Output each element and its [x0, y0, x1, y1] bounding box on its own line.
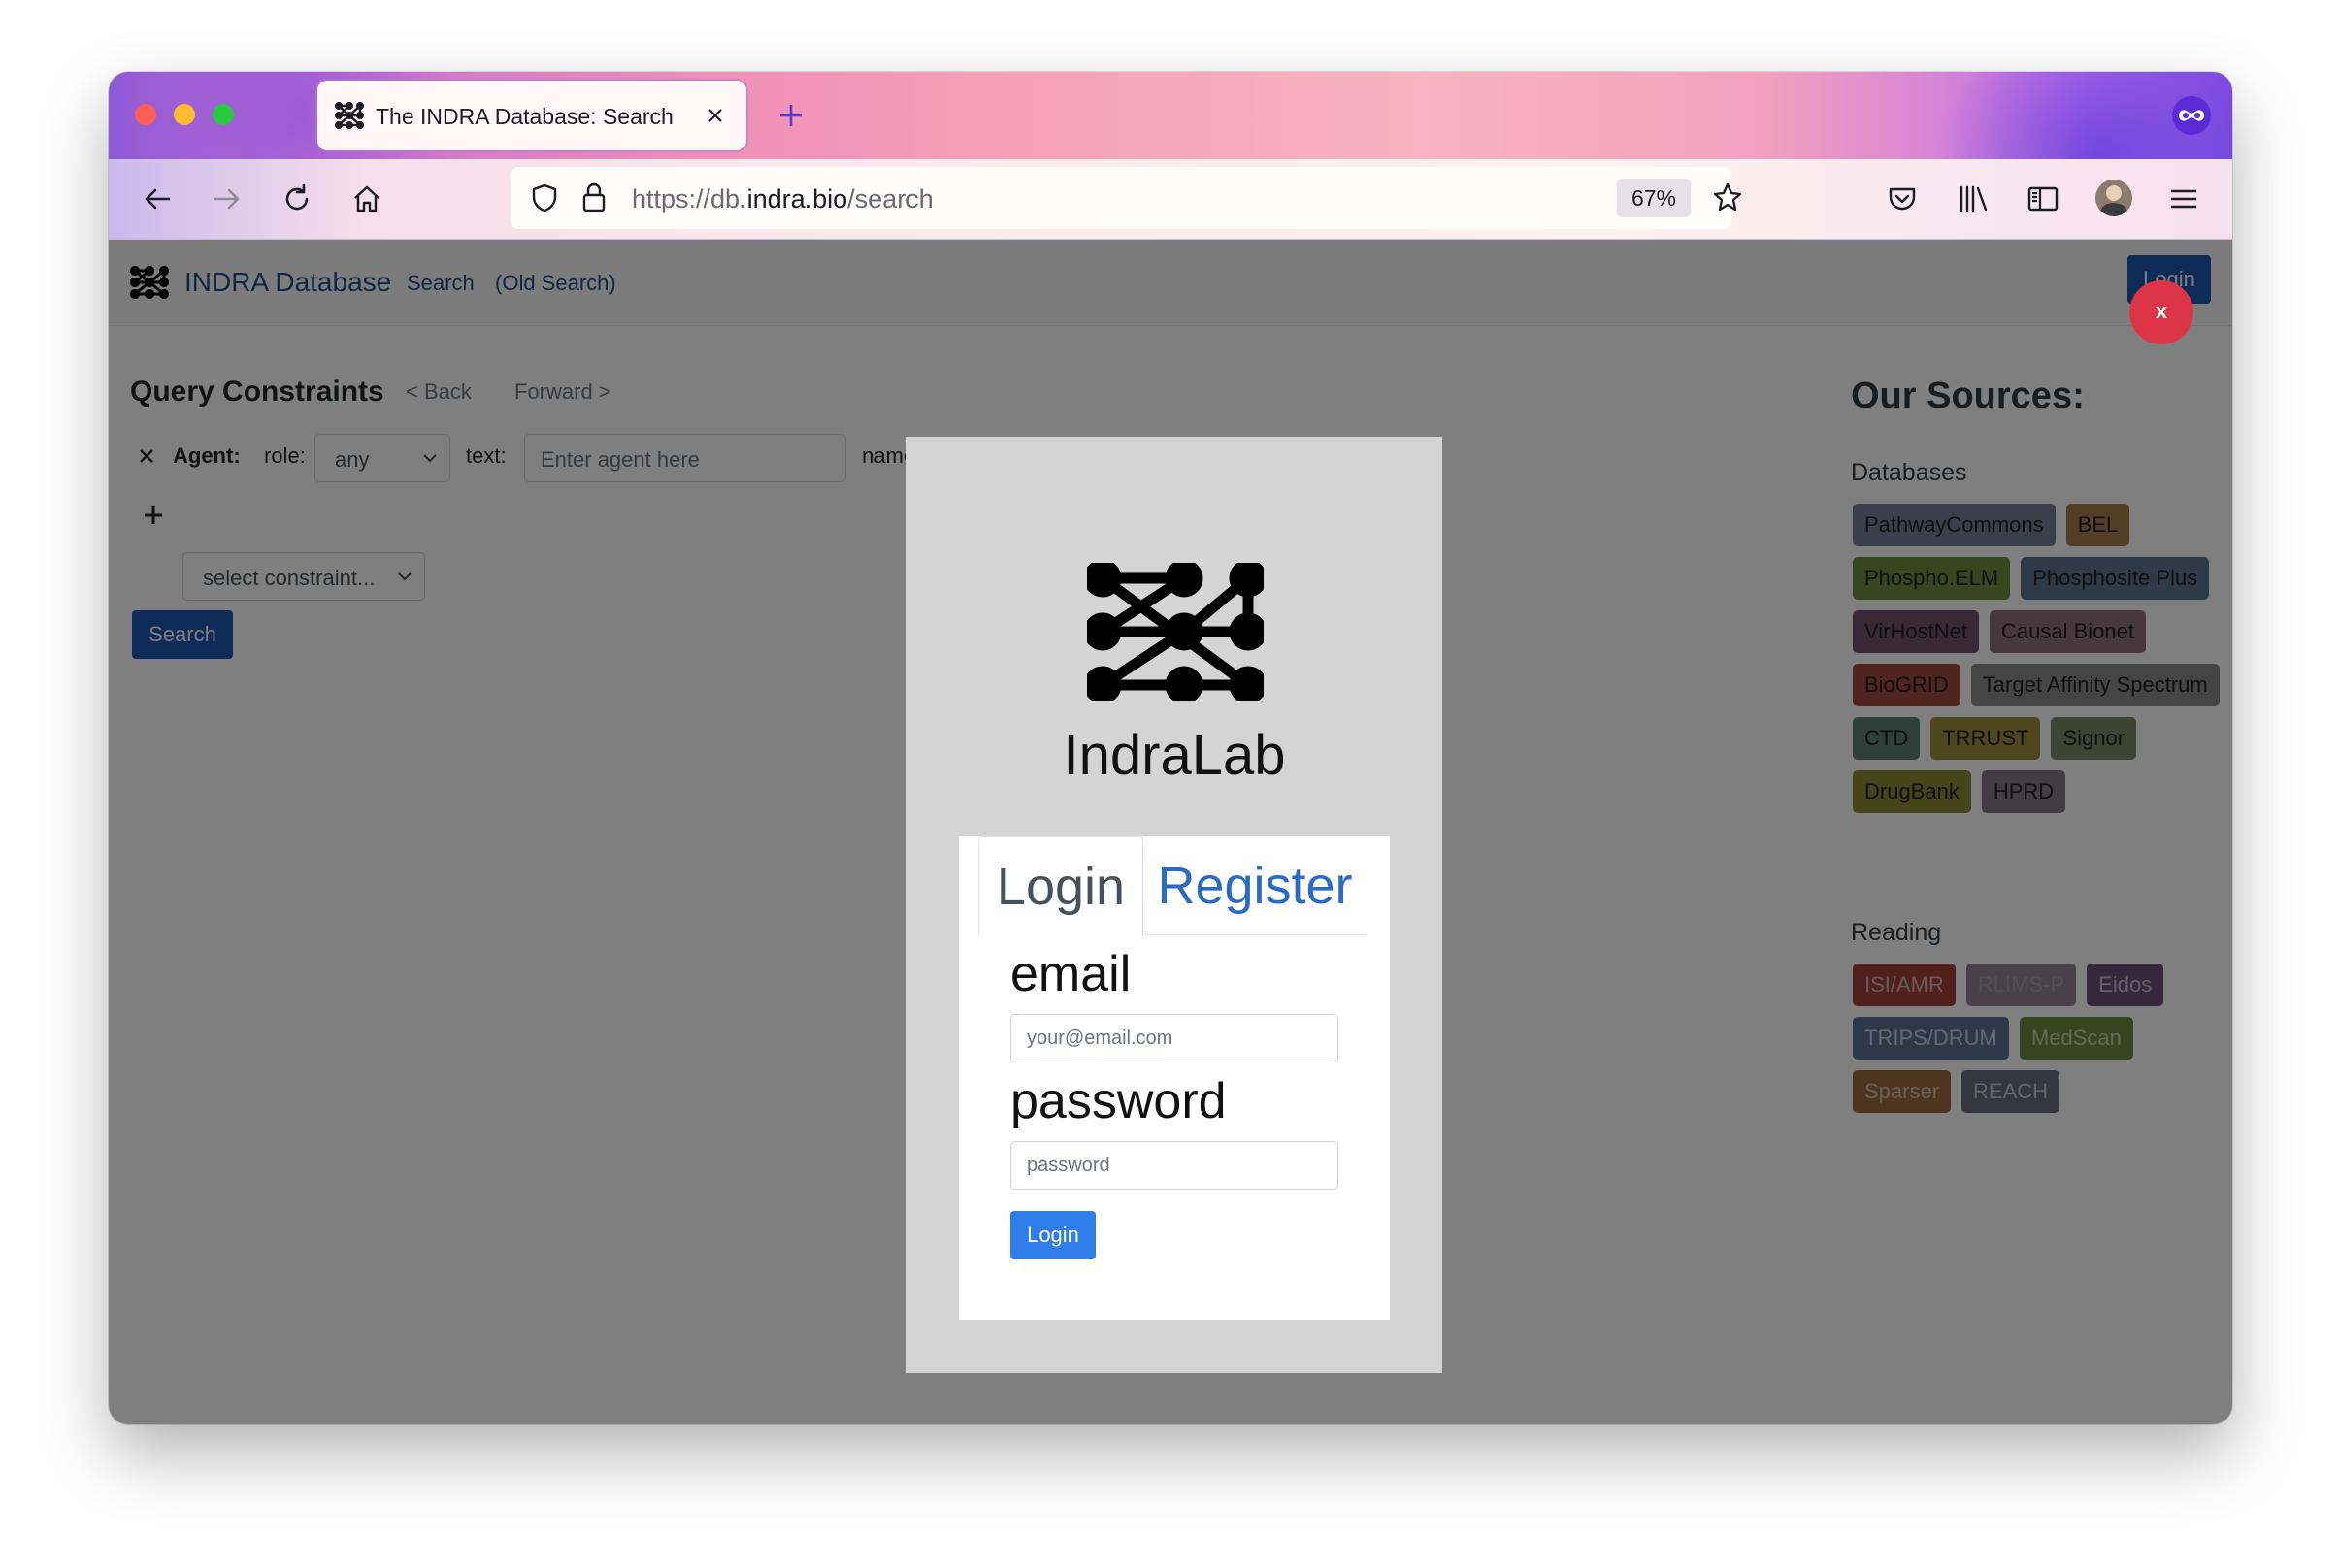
- page-content: INDRA Database Search (Old Search) Login…: [109, 240, 2232, 1424]
- address-bar[interactable]: https://db.indra.bio/search 67%: [511, 167, 1742, 229]
- sidebar-toggle-icon[interactable]: [2026, 181, 2060, 216]
- window-zoom-button[interactable]: [213, 104, 234, 125]
- login-modal: IndraLab Login Register email your@email…: [906, 437, 1442, 1373]
- library-icon[interactable]: [1956, 181, 1991, 216]
- hamburger-menu-icon[interactable]: [2166, 181, 2201, 216]
- password-label: password: [1010, 1073, 1227, 1129]
- private-browsing-icon: [2172, 96, 2211, 135]
- auth-card: Login Register email your@email.com pass…: [959, 836, 1390, 1320]
- tab-register[interactable]: Register: [1143, 836, 1367, 935]
- window-minimize-button[interactable]: [174, 104, 195, 125]
- bookmark-star-icon[interactable]: [1710, 180, 1745, 215]
- browser-window: The INDRA Database: Search https://db.in…: [109, 72, 2232, 1424]
- browser-tab-active[interactable]: The INDRA Database: Search: [317, 81, 746, 150]
- indralab-logo-icon: [1087, 563, 1264, 701]
- indra-favicon-icon: [335, 102, 364, 129]
- tracking-protection-shield-icon[interactable]: [528, 181, 561, 214]
- email-label: email: [1010, 946, 1132, 1002]
- tab-title: The INDRA Database: Search: [376, 104, 674, 129]
- url-text[interactable]: https://db.indra.bio/search: [632, 184, 934, 214]
- account-avatar[interactable]: [2095, 180, 2132, 216]
- back-arrow-icon[interactable]: [140, 181, 175, 216]
- browser-toolbar: https://db.indra.bio/search 67%: [109, 159, 2232, 240]
- window-close-button[interactable]: [135, 104, 156, 125]
- home-icon[interactable]: [349, 181, 384, 216]
- tab-close-icon[interactable]: [704, 104, 727, 127]
- zoom-level-badge[interactable]: 67%: [1617, 179, 1691, 217]
- pocket-icon[interactable]: [1885, 181, 1920, 216]
- tab-login[interactable]: Login: [978, 836, 1143, 935]
- indralab-brand-text: IndraLab: [1063, 724, 1286, 787]
- modal-close-button[interactable]: x: [2129, 280, 2193, 344]
- password-field[interactable]: password: [1010, 1141, 1338, 1190]
- lock-icon[interactable]: [578, 180, 609, 215]
- browser-titlebar: The INDRA Database: Search: [109, 72, 2232, 305]
- email-field[interactable]: your@email.com: [1010, 1014, 1338, 1062]
- login-submit-button[interactable]: Login: [1010, 1211, 1096, 1259]
- reload-icon[interactable]: [280, 181, 314, 216]
- new-tab-icon[interactable]: [776, 101, 806, 130]
- forward-arrow-icon[interactable]: [210, 181, 245, 216]
